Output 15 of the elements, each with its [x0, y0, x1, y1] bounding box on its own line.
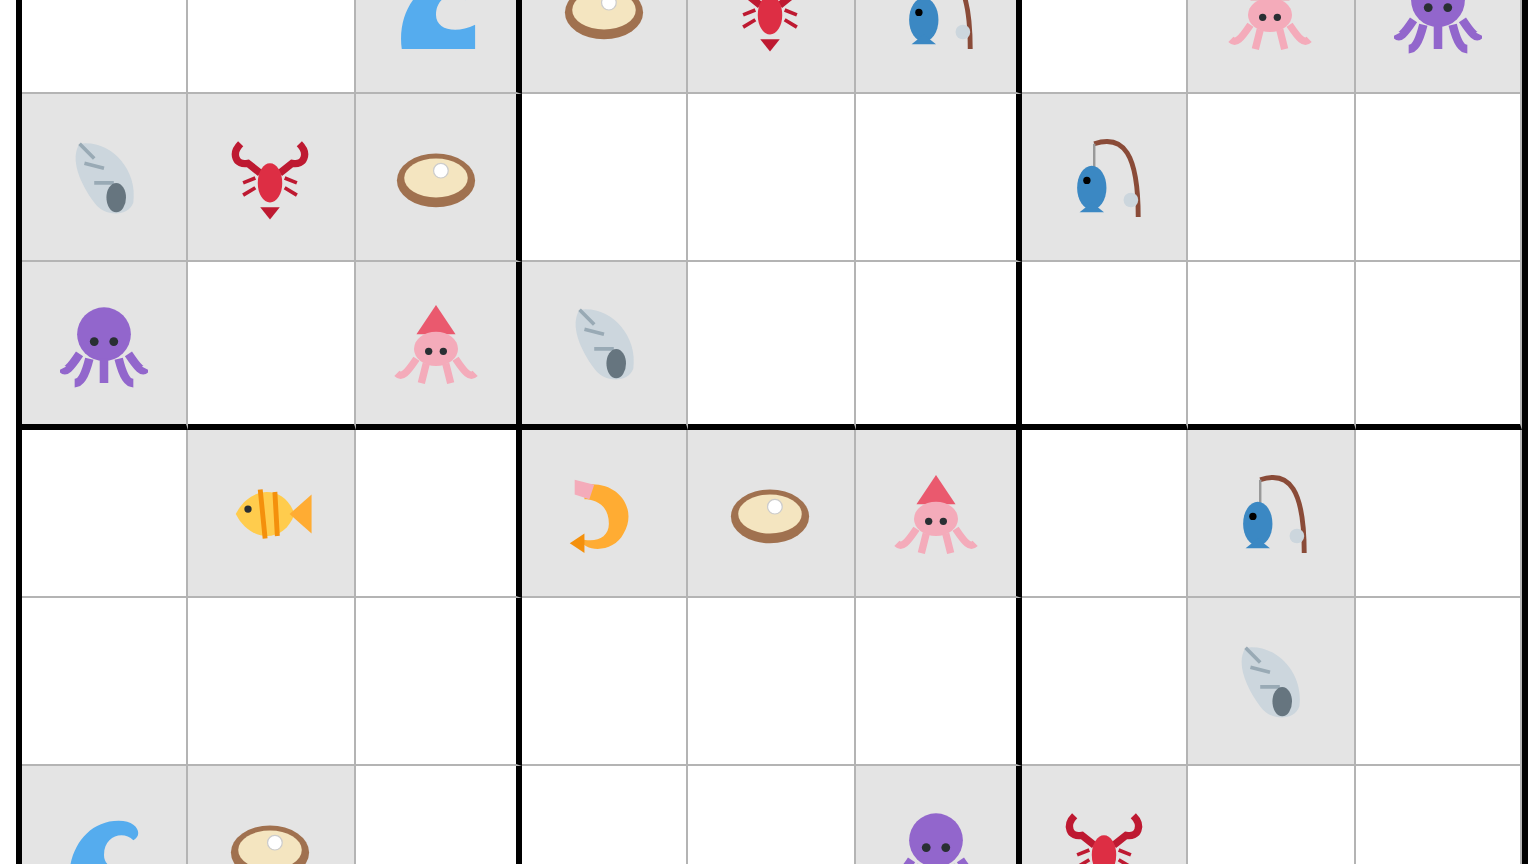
board-square[interactable] — [22, 262, 189, 430]
board-square[interactable] — [855, 598, 1022, 766]
board-square[interactable] — [1022, 262, 1189, 430]
board-square[interactable] — [1188, 262, 1356, 430]
board-square[interactable] — [1355, 262, 1522, 430]
board-square[interactable] — [855, 430, 1022, 598]
board-square[interactable] — [855, 94, 1022, 262]
board-square[interactable] — [355, 598, 522, 766]
board-square[interactable] — [188, 262, 356, 430]
board-square[interactable] — [522, 262, 689, 430]
board-square[interactable] — [688, 262, 856, 430]
board-square[interactable] — [855, 262, 1022, 430]
board-square[interactable] — [355, 262, 522, 430]
board-square[interactable] — [355, 94, 522, 262]
board-square[interactable] — [355, 430, 522, 598]
